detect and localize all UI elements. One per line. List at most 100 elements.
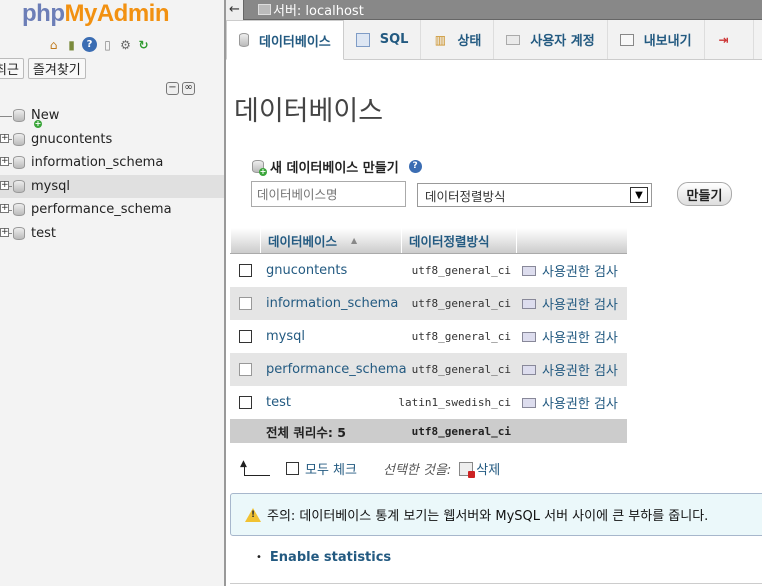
phpmyadmin-logo[interactable]: phpMyAdmin — [22, 0, 169, 28]
create-database-heading: + 새 데이터베이스 만들기 ? — [252, 157, 422, 176]
help-icon[interactable]: ? — [408, 160, 422, 173]
database-name-link[interactable]: mysql — [260, 320, 401, 353]
tab-label: 사용자 계정 — [530, 34, 595, 49]
tab-export[interactable]: 내보내기 — [608, 20, 705, 59]
tab-label: 데이터베이스 — [259, 34, 331, 50]
tab-label: 내보내기 — [643, 34, 692, 49]
expand-icon[interactable]: + — [0, 227, 9, 237]
divider — [230, 583, 762, 584]
tab-user-accounts[interactable]: 사용자 계정 — [494, 20, 608, 59]
logo-php-text: php — [22, 0, 65, 27]
tab-database[interactable]: 데이터베이스 — [226, 20, 344, 60]
tree-item-new[interactable]: + New — [0, 104, 224, 128]
database-name-link[interactable]: gnucontents — [260, 254, 401, 287]
check-all-label[interactable]: 모두 체크 — [305, 459, 357, 478]
header-collation[interactable]: 데이터정렬방식 — [401, 228, 516, 253]
table-footer: 전체 쿼리수: 5 utf8_general_ci — [230, 419, 627, 443]
database-icon[interactable] — [13, 179, 25, 193]
tree-item-db[interactable]: + performance_schema — [0, 198, 224, 222]
link-with-main-icon[interactable]: ∞ — [182, 82, 195, 95]
tab-sql[interactable]: SQL — [344, 20, 422, 59]
total-count: 전체 쿼리수: 5 — [266, 424, 346, 440]
table-row: gnucontents utf8_general_ci 사용권한 검사 — [230, 254, 627, 287]
database-icon[interactable] — [13, 226, 25, 240]
database-collation: utf8_general_ci — [411, 363, 511, 376]
docs-icon[interactable]: ▯ — [100, 37, 115, 52]
database-icon — [239, 33, 249, 47]
check-all-checkbox[interactable] — [286, 462, 299, 475]
check-privileges-action[interactable]: 사용권한 검사 — [516, 254, 627, 287]
expand-icon[interactable]: + — [0, 204, 9, 213]
tree-item-db[interactable]: + mysql — [0, 174, 224, 198]
database-collation: utf8_general_ci — [411, 264, 511, 277]
check-privileges-action[interactable]: 사용권한 검사 — [516, 353, 627, 386]
check-privileges-label[interactable]: 사용권한 검사 — [542, 393, 618, 412]
new-database-icon[interactable]: + — [13, 109, 42, 128]
tree-item-label[interactable]: performance_schema — [31, 202, 172, 217]
tree-item-db[interactable]: + test — [0, 222, 224, 246]
row-checkbox-cell — [230, 320, 260, 353]
selection-arrow-icon: ▲ — [240, 459, 270, 476]
row-checkbox[interactable] — [238, 396, 252, 409]
tab-status[interactable]: ▥ 상태 — [421, 20, 495, 59]
favorites-tab[interactable]: 즐겨찾기 — [27, 58, 86, 79]
with-selected-label: 선택한 것을: — [382, 463, 452, 478]
database-icon[interactable] — [13, 156, 25, 169]
check-privileges-label[interactable]: 사용권한 검사 — [542, 261, 618, 280]
settings-icon[interactable]: ⚙ — [118, 37, 133, 52]
check-privileges-action[interactable]: 사용권한 검사 — [516, 320, 627, 353]
create-database-label: 새 데이터베이스 만들기 — [270, 161, 399, 176]
table-header: 데이터베이스 ▲ 데이터정렬방식 — [230, 228, 627, 254]
collation-select[interactable]: 데이터정렬방식 ▼ — [417, 183, 652, 207]
expand-icon[interactable]: + — [0, 180, 9, 190]
enable-statistics-link[interactable]: Enable statistics — [270, 550, 391, 565]
database-name-input[interactable] — [251, 181, 406, 207]
tree-item-label[interactable]: mysql — [31, 179, 70, 194]
breadcrumb-server[interactable]: 서버: localhost — [273, 0, 364, 19]
header-actions — [516, 228, 627, 253]
exit-icon[interactable]: ▮ — [64, 37, 79, 52]
collation-select-value: 데이터정렬방식 — [425, 188, 506, 204]
row-checkbox[interactable] — [238, 297, 252, 310]
help-icon[interactable]: ? — [82, 37, 97, 52]
notice-text: 주의: 데이터베이스 통계 보기는 웹서버와 MySQL 서버 사이에 큰 부하… — [267, 509, 709, 524]
tree-item-label[interactable]: information_schema — [31, 155, 163, 170]
tree-item-db[interactable]: + gnucontents — [0, 128, 224, 152]
status-icon: ▥ — [434, 32, 447, 47]
check-privileges-label[interactable]: 사용권한 검사 — [542, 360, 618, 379]
page-title: 데이터베이스 — [234, 96, 384, 127]
check-privileges-action[interactable]: 사용권한 검사 — [516, 287, 627, 320]
nav-icon-bar: ⌂ ▮ ? ▯ ⚙ ↻ — [46, 37, 151, 52]
back-arrow-icon[interactable]: ← — [226, 0, 244, 20]
create-button[interactable]: 만들기 — [677, 182, 732, 206]
row-checkbox[interactable] — [238, 264, 252, 277]
database-name-link[interactable]: performance_schema — [260, 353, 407, 386]
collapse-all-icon[interactable]: − — [166, 82, 179, 95]
database-name-link[interactable]: test — [260, 386, 401, 419]
database-name-link[interactable]: information_schema — [260, 287, 401, 320]
drop-button[interactable]: 삭제 — [476, 459, 500, 478]
expand-icon[interactable]: + — [0, 133, 9, 143]
chevron-down-icon[interactable]: ▼ — [630, 187, 648, 203]
tree-item-label[interactable]: test — [31, 226, 56, 241]
header-database[interactable]: 데이터베이스 ▲ — [260, 228, 401, 253]
check-privileges-label[interactable]: 사용권한 검사 — [542, 327, 618, 346]
recent-tab[interactable]: 최근 — [0, 58, 24, 79]
reload-icon[interactable]: ↻ — [136, 37, 151, 52]
privileges-icon — [522, 331, 536, 342]
tree-item-db[interactable]: + information_schema — [0, 151, 224, 175]
database-icon[interactable] — [13, 203, 25, 216]
header-database-label[interactable]: 데이터베이스 — [268, 231, 337, 250]
export-icon — [619, 33, 634, 46]
check-privileges-action[interactable]: 사용권한 검사 — [516, 386, 627, 419]
new-database-icon: + — [252, 160, 267, 176]
check-privileges-label[interactable]: 사용권한 검사 — [542, 294, 618, 313]
tab-import[interactable]: ⇥ — [705, 20, 754, 59]
expand-icon[interactable]: + — [0, 157, 9, 166]
tree-item-label[interactable]: gnucontents — [31, 132, 112, 147]
row-checkbox[interactable] — [238, 330, 252, 343]
row-checkbox[interactable] — [238, 363, 252, 376]
home-icon[interactable]: ⌂ — [46, 37, 61, 52]
database-icon[interactable] — [13, 132, 25, 146]
drop-icon[interactable] — [459, 461, 476, 478]
